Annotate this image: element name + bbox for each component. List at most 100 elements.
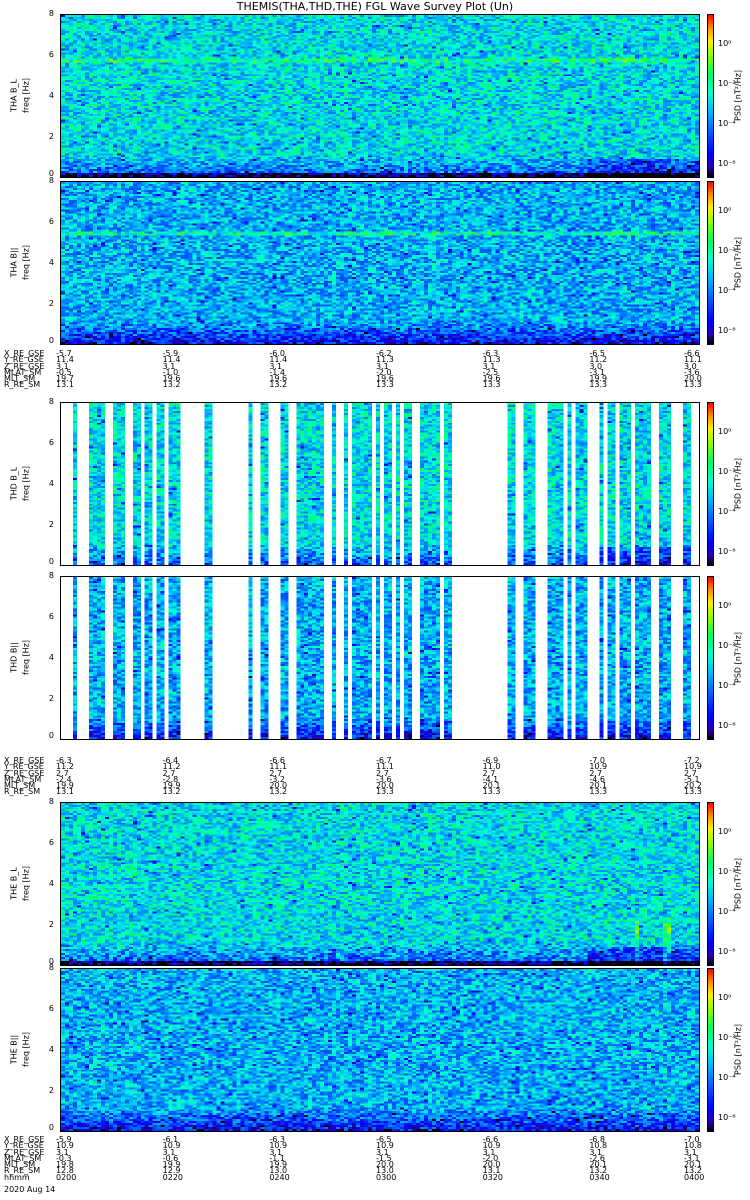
time-tick-label: 0340 xyxy=(589,1172,610,1182)
freq-tick-label: 0 xyxy=(48,336,54,345)
freq-tick-label: 2 xyxy=(48,299,54,308)
freq-tick-label: 0 xyxy=(48,731,54,740)
colorbar-tick: 10⁻⁶ xyxy=(718,326,736,335)
spectrogram-the-bpar xyxy=(60,968,700,1132)
colorbar-label: PSD [nT²/Hz] xyxy=(733,1024,743,1075)
freq-tick-label: 0 xyxy=(48,1123,54,1132)
spectrogram-tha-bpar xyxy=(60,181,700,345)
freq-tick-label: 8 xyxy=(48,397,54,406)
colorbar-tick: 10⁰ xyxy=(718,39,732,48)
colorbar-label: PSD [nT²/Hz] xyxy=(733,237,743,288)
date-label: 2020 Aug 14 xyxy=(4,1185,56,1194)
time-tick-label: 0200 xyxy=(56,1172,77,1182)
colorbar xyxy=(707,802,714,966)
time-tick-label: 0240 xyxy=(269,1172,290,1182)
freq-axis-label: freq [Hz] xyxy=(21,78,31,113)
ephemeris-row: R_RE_SM 13.1 13.2 13.2 13.3 13.3 13.3 13.3 xyxy=(4,787,744,797)
freq-tick-label: 2 xyxy=(48,694,54,703)
ephemeris-table-the: X_RE_GSE -5.9 -6.1 -6.3 -6.5 -6.6 -6.8 -7.0 Y_RE… xyxy=(4,1135,744,1182)
colorbar-tick: 10⁻⁶ xyxy=(718,1113,736,1122)
ephemeris-value: 13.3 xyxy=(684,787,702,797)
freq-tick-label: 4 xyxy=(48,91,54,100)
ephemeris-value: 13.3 xyxy=(589,787,608,797)
freq-tick-label: 6 xyxy=(48,1004,54,1013)
colorbar-tick: 10⁰ xyxy=(718,601,732,610)
freq-tick-label: 4 xyxy=(48,258,54,267)
colorbar xyxy=(707,968,714,1132)
ephemeris-value: 13.3 xyxy=(684,380,702,390)
freq-tick-label: 2 xyxy=(48,920,54,929)
colorbar xyxy=(707,14,714,178)
freq-tick-label: 2 xyxy=(48,1086,54,1095)
ephemeris-row-hhmm: hhmm 0200 0220 0240 0300 0320 0340 0400 xyxy=(4,1172,744,1182)
panel-ylabel: THA B_L xyxy=(9,79,19,112)
ephemeris-value: 13.3 xyxy=(482,380,501,390)
colorbar xyxy=(707,181,714,345)
freq-tick-label: 2 xyxy=(48,520,54,529)
colorbar-tick: 10⁻⁶ xyxy=(718,547,736,556)
time-tick-label: 0300 xyxy=(376,1172,397,1182)
freq-tick-label: 8 xyxy=(48,571,54,580)
ephemeris-label: R_RE_SM xyxy=(4,380,41,390)
colorbar-tick: 10⁰ xyxy=(718,993,732,1002)
panel-ylabel: THE B|| xyxy=(9,1034,19,1065)
freq-axis-label: freq [Hz] xyxy=(21,866,31,901)
freq-tick-label: 4 xyxy=(48,879,54,888)
colorbar-label: PSD [nT²/Hz] xyxy=(733,70,743,121)
time-tick-label: 0400 xyxy=(684,1172,705,1182)
ephemeris-value: 13.2 xyxy=(162,787,181,797)
freq-tick-label: 8 xyxy=(48,963,54,972)
ephemeris-value: 13.3 xyxy=(482,787,501,797)
ephemeris-value: 13.3 xyxy=(376,380,394,390)
freq-tick-label: 8 xyxy=(48,176,54,185)
ephemeris-value: 13.1 xyxy=(56,787,74,797)
spectrogram-tha-bl xyxy=(60,14,700,178)
colorbar-tick: 10⁰ xyxy=(718,427,732,436)
ephemeris-value: 13.3 xyxy=(376,787,394,797)
plot-title: THEMIS(THA,THD,THE) FGL Wave Survey Plot… xyxy=(236,0,514,13)
ephemeris-value: 13.1 xyxy=(56,380,74,390)
panel-ylabel: THA B|| xyxy=(9,247,19,278)
colorbar-tick: 10⁰ xyxy=(718,206,732,215)
time-tick-label: 0220 xyxy=(162,1172,184,1182)
colorbar xyxy=(707,402,714,566)
freq-tick-label: 6 xyxy=(48,838,54,847)
freq-tick-label: 6 xyxy=(48,50,54,59)
ephemeris-value: 13.2 xyxy=(269,380,288,390)
colorbar-label: PSD [nT²/Hz] xyxy=(733,632,743,683)
freq-axis-label: freq [Hz] xyxy=(21,1032,31,1067)
panel-ylabel: THD B|| xyxy=(9,642,19,673)
panel-ylabel: THD B_L xyxy=(9,466,19,501)
freq-tick-label: 4 xyxy=(48,653,54,662)
ephemeris-label: R_RE_SM xyxy=(4,787,41,797)
hhmm-label: hhmm xyxy=(4,1172,30,1182)
freq-tick-label: 4 xyxy=(48,479,54,488)
freq-tick-label: 6 xyxy=(48,217,54,226)
freq-tick-label: 6 xyxy=(48,438,54,447)
spectrogram-thd-bl xyxy=(60,402,700,566)
ephemeris-table-tha: X_RE_GSE -5.7 -5.9 -6.0 -6.2 -6.3 -6.5 -6.6 Y_RE… xyxy=(4,349,744,390)
freq-tick-label: 0 xyxy=(48,557,54,566)
ephemeris-value: 13.2 xyxy=(162,380,181,390)
freq-tick-label: 2 xyxy=(48,132,54,141)
ephemeris-value: 13.3 xyxy=(589,380,608,390)
panel-ylabel: THE B_L xyxy=(9,867,19,900)
colorbar xyxy=(707,576,714,740)
freq-axis-label: freq [Hz] xyxy=(21,640,31,675)
colorbar-tick: 10⁻⁶ xyxy=(718,721,736,730)
colorbar-label: PSD [nT²/Hz] xyxy=(733,458,743,509)
spectrogram-thd-bpar xyxy=(60,576,700,740)
colorbar-tick: 10⁰ xyxy=(718,827,732,836)
ephemeris-table-thd: X_RE_GSE -6.3 -6.4 -6.6 -6.7 -6.9 -7.0 -7.2 Y_RE… xyxy=(4,756,744,797)
freq-axis-label: freq [Hz] xyxy=(21,466,31,501)
colorbar-tick: 10⁻⁶ xyxy=(718,947,736,956)
freq-tick-label: 6 xyxy=(48,612,54,621)
freq-axis-label: freq [Hz] xyxy=(21,245,31,280)
colorbar-label: PSD [nT²/Hz] xyxy=(733,858,743,909)
freq-tick-label: 8 xyxy=(48,9,54,18)
colorbar-tick: 10⁻⁶ xyxy=(718,159,736,168)
ephemeris-value: 13.2 xyxy=(269,787,288,797)
freq-tick-label: 4 xyxy=(48,1045,54,1054)
spectrogram-the-bl xyxy=(60,802,700,966)
ephemeris-row: R_RE_SM 13.1 13.2 13.2 13.3 13.3 13.3 13.3 xyxy=(4,380,744,390)
